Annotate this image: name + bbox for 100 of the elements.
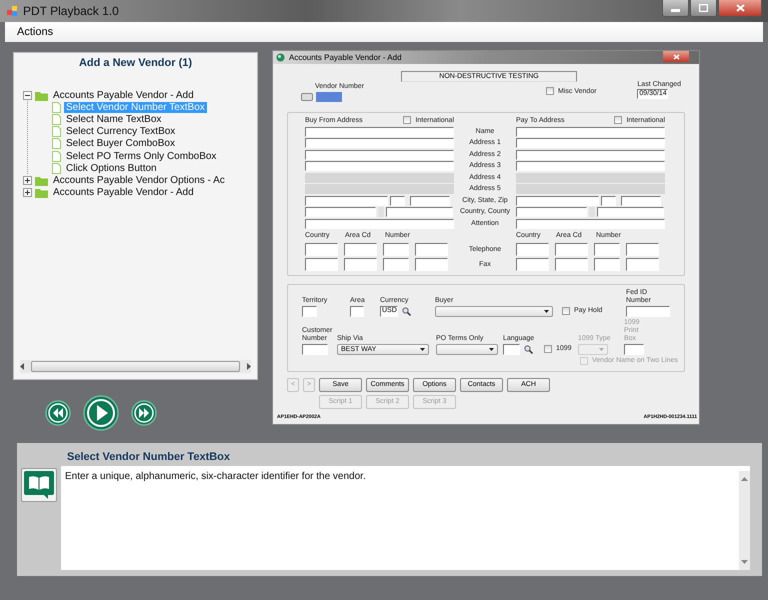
text-field[interactable] xyxy=(305,161,454,171)
text-field[interactable] xyxy=(503,344,520,354)
text-field[interactable] xyxy=(305,126,454,136)
text-field[interactable] xyxy=(305,196,388,206)
text-field[interactable] xyxy=(302,344,328,354)
minimize-button[interactable] xyxy=(662,0,689,17)
text-field[interactable] xyxy=(516,207,587,217)
tree-item[interactable]: Select Currency TextBox xyxy=(64,126,178,138)
checkbox[interactable] xyxy=(546,87,554,95)
scroll-thumb[interactable] xyxy=(31,361,240,372)
tree-item[interactable]: Click Options Button xyxy=(64,162,159,174)
text-field[interactable] xyxy=(516,242,549,256)
close-icon xyxy=(736,4,744,12)
horizontal-scrollbar[interactable] xyxy=(20,360,251,373)
text-field[interactable] xyxy=(601,196,616,206)
vendor-number-field[interactable] xyxy=(316,92,342,102)
text-field[interactable] xyxy=(305,207,376,217)
text-field[interactable] xyxy=(383,258,409,270)
caret-icon xyxy=(599,348,604,350)
text-field[interactable] xyxy=(516,258,549,270)
text-field[interactable] xyxy=(516,218,665,228)
text-field[interactable] xyxy=(516,138,665,148)
search-icon[interactable] xyxy=(402,306,411,316)
tree-item[interactable]: Accounts Payable Vendor - Add xyxy=(51,187,196,198)
text-field[interactable] xyxy=(621,196,661,206)
text-field[interactable] xyxy=(305,138,454,148)
checkbox[interactable] xyxy=(544,344,552,352)
caret-icon xyxy=(420,348,425,350)
text-field[interactable] xyxy=(555,258,588,270)
text-field[interactable] xyxy=(383,242,409,256)
maximize-icon xyxy=(699,4,708,12)
help-title: Select Vendor Number TextBox xyxy=(67,451,232,465)
document-icon xyxy=(52,126,61,138)
tree-item[interactable]: Accounts Payable Vendor - Add xyxy=(51,90,196,101)
dialog-title: Accounts Payable Vendor - Add xyxy=(289,53,402,62)
tree-item[interactable]: Accounts Payable Vendor Options - Ac xyxy=(51,174,227,186)
menu-item[interactable]: Actions xyxy=(17,26,54,38)
collapse-icon[interactable] xyxy=(23,90,32,100)
text-field[interactable] xyxy=(415,258,448,270)
tree-item[interactable]: Select Name TextBox xyxy=(64,114,164,125)
scroll-up-icon[interactable] xyxy=(741,477,748,481)
text-field[interactable] xyxy=(344,258,377,270)
text-field[interactable] xyxy=(350,306,364,316)
folder-icon xyxy=(35,90,48,101)
text-field[interactable] xyxy=(516,196,599,206)
text-field[interactable] xyxy=(344,242,377,256)
dropdown[interactable] xyxy=(436,344,498,354)
app-icon xyxy=(6,5,18,17)
document-icon xyxy=(52,138,61,150)
tree-item[interactable]: Select PO Terms Only ComboBox xyxy=(64,150,218,162)
checkbox[interactable] xyxy=(562,306,570,314)
maximize-button[interactable] xyxy=(690,0,717,17)
close-icon xyxy=(672,54,680,60)
play-button[interactable] xyxy=(82,395,118,431)
text-field[interactable] xyxy=(516,161,665,171)
document-icon xyxy=(52,102,61,113)
dropdown[interactable] xyxy=(435,306,553,316)
text-field[interactable] xyxy=(302,306,317,316)
expand-icon[interactable] xyxy=(23,188,32,198)
expand-icon[interactable] xyxy=(23,176,32,185)
text-field[interactable] xyxy=(626,242,659,256)
vertical-scrollbar[interactable] xyxy=(739,471,750,570)
folder-icon xyxy=(35,187,48,198)
text-field[interactable] xyxy=(305,242,338,256)
scroll-down-icon[interactable] xyxy=(741,560,748,564)
scroll-left-icon[interactable] xyxy=(20,363,25,370)
text-field[interactable] xyxy=(305,218,454,228)
close-button[interactable] xyxy=(718,0,762,17)
text-field[interactable] xyxy=(386,207,453,217)
text-field[interactable] xyxy=(626,306,670,316)
text-field[interactable] xyxy=(410,196,450,206)
text-field[interactable] xyxy=(305,258,338,270)
document-icon xyxy=(52,162,61,174)
text-field[interactable] xyxy=(415,242,448,256)
text-field[interactable] xyxy=(378,207,384,217)
text-field[interactable] xyxy=(516,126,665,136)
text-field[interactable] xyxy=(555,242,588,256)
text-field[interactable] xyxy=(516,150,665,160)
checkbox[interactable] xyxy=(614,116,622,124)
tree-item[interactable]: Select Buyer ComboBox xyxy=(64,138,177,150)
scroll-right-icon[interactable] xyxy=(246,363,251,370)
help-text: Enter a unique, alphanumeric, six-character identifier for the vendor. xyxy=(65,471,367,484)
checkbox[interactable] xyxy=(403,116,412,124)
document-icon xyxy=(52,150,61,162)
text-field[interactable] xyxy=(594,242,620,256)
text-field[interactable] xyxy=(594,258,620,270)
caret-icon xyxy=(489,348,494,350)
text-field[interactable] xyxy=(626,258,659,270)
folder-icon xyxy=(35,174,48,186)
close-button[interactable] xyxy=(663,51,689,62)
text-field[interactable] xyxy=(589,207,595,217)
rewind-button[interactable] xyxy=(44,400,70,426)
document-icon xyxy=(52,114,61,125)
text-field[interactable] xyxy=(305,150,454,160)
small-button[interactable] xyxy=(301,93,313,101)
globe-icon xyxy=(276,53,285,62)
text-field[interactable] xyxy=(390,196,405,206)
text-field[interactable] xyxy=(597,207,664,217)
search-icon[interactable] xyxy=(524,344,533,354)
fast-forward-button[interactable] xyxy=(130,400,156,426)
